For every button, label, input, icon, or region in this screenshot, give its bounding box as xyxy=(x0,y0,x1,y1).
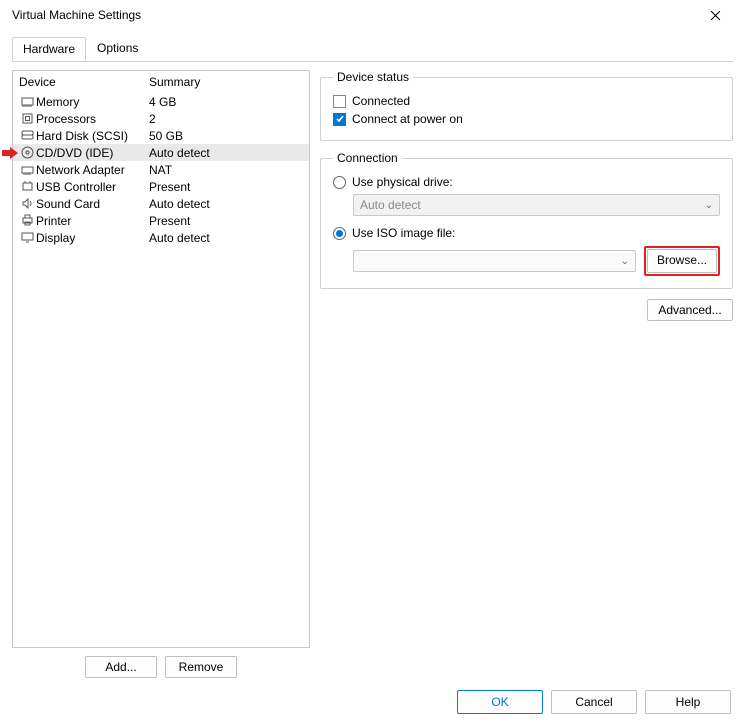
usb-icon xyxy=(19,179,36,194)
close-button[interactable] xyxy=(693,1,737,29)
device-name: Hard Disk (SCSI) xyxy=(36,129,149,143)
tab-strip: Hardware Options xyxy=(0,30,745,61)
device-row-printer[interactable]: PrinterPresent xyxy=(13,212,309,229)
device-name: Display xyxy=(36,231,149,245)
device-row-usb[interactable]: USB ControllerPresent xyxy=(13,178,309,195)
device-name: CD/DVD (IDE) xyxy=(36,146,149,160)
browse-button[interactable]: Browse... xyxy=(647,249,717,273)
device-summary: Auto detect xyxy=(149,146,303,160)
annotation-arrow-icon xyxy=(2,147,18,159)
connect-at-power-on-checkbox-row[interactable]: Connect at power on xyxy=(333,110,720,128)
help-button[interactable]: Help xyxy=(645,690,731,714)
device-name: Sound Card xyxy=(36,197,149,211)
connected-checkbox-row[interactable]: Connected xyxy=(333,92,720,110)
radio-selected-icon xyxy=(333,227,346,240)
sound-icon xyxy=(19,196,36,211)
device-row-memory[interactable]: Memory4 GB xyxy=(13,93,309,110)
device-name: Memory xyxy=(36,95,149,109)
radio-icon xyxy=(333,176,346,189)
device-status-group: Device status Connected Connect at power… xyxy=(320,70,733,141)
tab-hardware[interactable]: Hardware xyxy=(12,37,86,61)
connection-group: Connection Use physical drive: Auto dete… xyxy=(320,151,733,289)
device-name: Processors xyxy=(36,112,149,126)
device-row-sound[interactable]: Sound CardAuto detect xyxy=(13,195,309,212)
use-iso-label: Use ISO image file: xyxy=(352,226,455,240)
physical-drive-select: Auto detect ⌄ xyxy=(353,194,720,216)
hdd-icon xyxy=(19,128,36,143)
device-name: Printer xyxy=(36,214,149,228)
use-physical-drive-radio[interactable]: Use physical drive: xyxy=(333,173,720,191)
net-icon xyxy=(19,162,36,177)
iso-file-select[interactable]: ⌄ xyxy=(353,250,636,272)
device-summary: 50 GB xyxy=(149,129,303,143)
device-list-header: Device Summary xyxy=(13,71,309,93)
device-summary: 4 GB xyxy=(149,95,303,109)
device-row-net[interactable]: Network AdapterNAT xyxy=(13,161,309,178)
memory-icon xyxy=(19,94,36,109)
column-header-device: Device xyxy=(19,75,149,89)
device-row-cpu[interactable]: Processors2 xyxy=(13,110,309,127)
connection-legend: Connection xyxy=(333,151,402,165)
connect-at-power-on-label: Connect at power on xyxy=(352,112,463,126)
column-header-summary: Summary xyxy=(149,75,303,89)
tab-options[interactable]: Options xyxy=(86,36,149,60)
cpu-icon xyxy=(19,111,36,126)
use-physical-drive-label: Use physical drive: xyxy=(352,175,453,189)
device-summary: NAT xyxy=(149,163,303,177)
cancel-button[interactable]: Cancel xyxy=(551,690,637,714)
ok-button[interactable]: OK xyxy=(457,690,543,714)
checkbox-icon xyxy=(333,95,346,108)
window-title: Virtual Machine Settings xyxy=(8,8,693,22)
connected-label: Connected xyxy=(352,94,410,108)
device-row-hdd[interactable]: Hard Disk (SCSI)50 GB xyxy=(13,127,309,144)
browse-highlight: Browse... xyxy=(644,246,720,276)
advanced-button[interactable]: Advanced... xyxy=(647,299,733,321)
device-summary: Auto detect xyxy=(149,197,303,211)
device-summary: 2 xyxy=(149,112,303,126)
disc-icon xyxy=(19,145,36,160)
device-row-display[interactable]: DisplayAuto detect xyxy=(13,229,309,246)
title-bar: Virtual Machine Settings xyxy=(0,0,745,30)
chevron-down-icon: ⌄ xyxy=(621,256,629,267)
checkbox-checked-icon xyxy=(333,113,346,126)
device-name: USB Controller xyxy=(36,180,149,194)
device-status-legend: Device status xyxy=(333,70,413,84)
device-row-disc[interactable]: CD/DVD (IDE)Auto detect xyxy=(13,144,309,161)
physical-drive-value: Auto detect xyxy=(360,198,421,212)
chevron-down-icon: ⌄ xyxy=(705,200,713,211)
device-name: Network Adapter xyxy=(36,163,149,177)
device-summary: Auto detect xyxy=(149,231,303,245)
device-summary: Present xyxy=(149,214,303,228)
remove-button[interactable]: Remove xyxy=(165,656,237,678)
device-summary: Present xyxy=(149,180,303,194)
device-list[interactable]: Device Summary Memory4 GBProcessors2Hard… xyxy=(12,70,310,648)
close-icon xyxy=(710,10,721,21)
display-icon xyxy=(19,230,36,245)
dialog-footer: OK Cancel Help xyxy=(0,682,745,722)
printer-icon xyxy=(19,213,36,228)
use-iso-radio[interactable]: Use ISO image file: xyxy=(333,224,720,242)
add-button[interactable]: Add... xyxy=(85,656,157,678)
